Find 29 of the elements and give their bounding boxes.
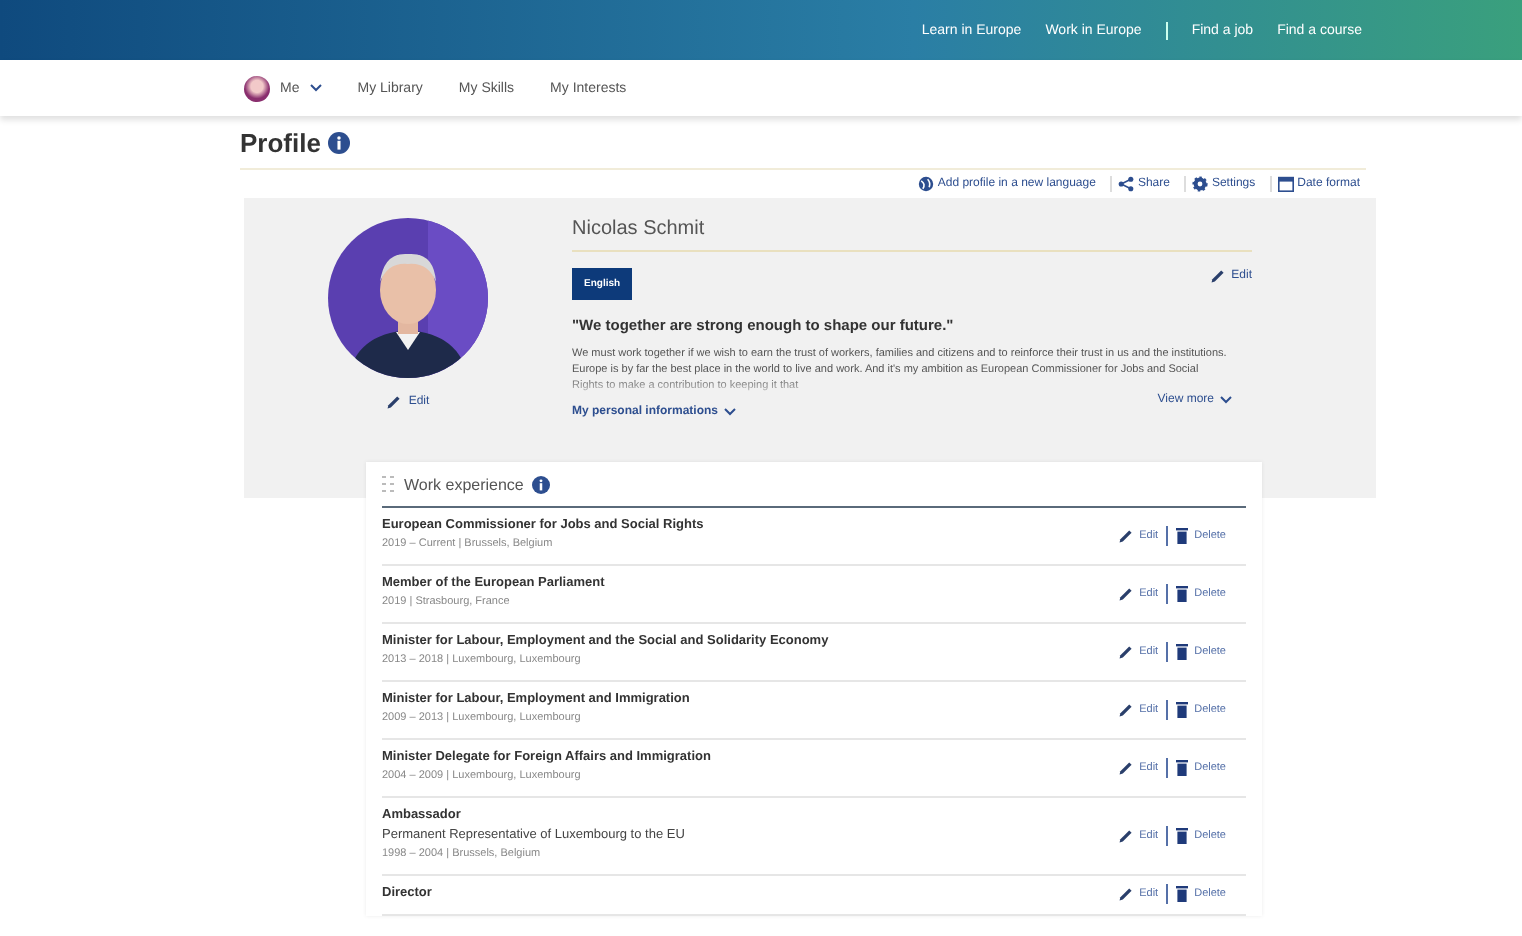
trash-icon <box>1176 643 1189 659</box>
pencil-icon <box>1117 886 1134 902</box>
pencil-icon <box>1117 585 1134 601</box>
page-title: Profile <box>240 128 321 158</box>
trash-icon <box>1176 701 1189 717</box>
share-icon <box>1117 176 1134 192</box>
pencil-icon <box>386 394 403 410</box>
trash-icon <box>1176 759 1189 775</box>
profile-name: Nicolas Schmit <box>572 218 1252 252</box>
calendar-icon <box>1277 176 1294 192</box>
drag-handle-icon[interactable] <box>382 476 396 492</box>
pencil-icon <box>1117 827 1134 843</box>
caret-icon <box>1220 396 1232 404</box>
section-title: Work experience <box>404 475 524 493</box>
pencil-icon <box>1209 268 1226 284</box>
trash-icon <box>1176 585 1189 601</box>
pencil-icon <box>1117 759 1134 775</box>
pencil-icon <box>1117 701 1134 717</box>
trash-icon <box>1176 827 1189 843</box>
info-icon[interactable] <box>531 475 550 493</box>
trash-icon <box>1176 886 1189 902</box>
caret-icon <box>309 84 322 92</box>
globe-icon <box>917 176 934 192</box>
info-icon[interactable] <box>328 132 351 154</box>
pencil-icon <box>1117 527 1134 543</box>
trash-icon <box>1176 527 1189 543</box>
pencil-icon <box>1117 643 1134 659</box>
gear-icon <box>1191 176 1208 192</box>
caret-icon <box>724 408 737 416</box>
